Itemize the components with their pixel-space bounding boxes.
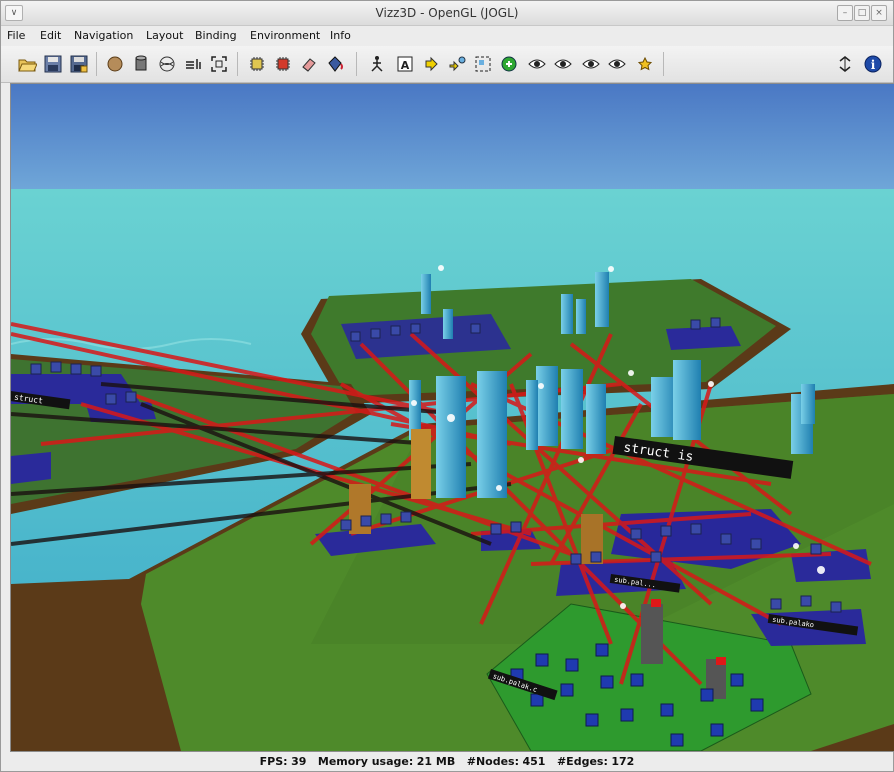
fps-label: FPS: [259, 755, 288, 768]
memory-label: Memory usage: [317, 755, 414, 768]
sync-icon[interactable] [835, 54, 855, 74]
nodes-value: 451 [522, 755, 546, 768]
selection-icon[interactable] [473, 54, 493, 74]
scene-canvas[interactable]: struct is struct sub.palako sub.pal... s… [11, 84, 894, 751]
memory-value: 21 MB [416, 755, 456, 768]
open-folder-icon[interactable] [17, 54, 37, 74]
paint-bucket-icon[interactable] [325, 54, 345, 74]
toolbar-separator [237, 52, 238, 76]
eye-icon[interactable] [581, 54, 601, 74]
fit-view-icon[interactable] [209, 54, 229, 74]
green-circle-icon[interactable] [499, 54, 519, 74]
edges-label: #Edges: [556, 755, 608, 768]
menu-layout[interactable]: Layout [146, 29, 183, 42]
label-icon[interactable]: A [395, 54, 415, 74]
close-button[interactable]: × [871, 5, 887, 21]
plate [11, 452, 51, 484]
toolbar: A i [1, 46, 893, 83]
3d-viewport[interactable]: struct is struct sub.palako sub.pal... s… [10, 83, 894, 752]
menu-edit[interactable]: Edit [40, 29, 61, 42]
menu-info[interactable]: Info [330, 29, 351, 42]
align-icon[interactable] [183, 54, 203, 74]
toolbar-separator [663, 52, 664, 76]
nodes-label: #Nodes: [466, 755, 519, 768]
svg-text:A: A [401, 59, 410, 72]
star-icon[interactable] [635, 54, 655, 74]
wireframe-icon[interactable] [157, 54, 177, 74]
eye-icon[interactable] [607, 54, 627, 74]
status-bar: FPS: 39 Memory usage: 21 MB #Nodes: 451 … [1, 752, 893, 771]
plate [666, 326, 741, 350]
toolbar-separator [96, 52, 97, 76]
eye-icon[interactable] [553, 54, 573, 74]
chip-red-icon[interactable] [273, 54, 293, 74]
menu-environment[interactable]: Environment [250, 29, 320, 42]
save-as-icon[interactable] [69, 54, 89, 74]
app-window: ∨ Vizz3D - OpenGL (JOGL) – □ × File Edit… [0, 0, 894, 772]
chip-icon[interactable] [247, 54, 267, 74]
pair-icon[interactable] [447, 54, 467, 74]
eye-icon[interactable] [527, 54, 547, 74]
menu-file[interactable]: File [7, 29, 25, 42]
arrow-right-icon[interactable] [421, 54, 441, 74]
toolbar-separator [356, 52, 357, 76]
window-title: Vizz3D - OpenGL (JOGL) [375, 6, 519, 20]
fps-value: 39 [291, 755, 307, 768]
edges-value: 172 [611, 755, 635, 768]
cylinder-icon[interactable] [131, 54, 151, 74]
sphere-icon[interactable] [105, 54, 125, 74]
menu-navigation[interactable]: Navigation [74, 29, 133, 42]
maximize-button[interactable]: □ [854, 5, 870, 21]
menu-bar: File Edit Navigation Layout Binding Envi… [1, 26, 893, 45]
eraser-icon[interactable] [299, 54, 319, 74]
minimize-button[interactable]: – [837, 5, 853, 21]
figure-icon[interactable] [367, 54, 387, 74]
svg-text:i: i [871, 58, 876, 72]
info-icon[interactable]: i [863, 54, 883, 74]
save-icon[interactable] [43, 54, 63, 74]
sky [11, 84, 894, 189]
menu-binding[interactable]: Binding [195, 29, 237, 42]
title-bar: ∨ Vizz3D - OpenGL (JOGL) – □ × [1, 1, 893, 26]
